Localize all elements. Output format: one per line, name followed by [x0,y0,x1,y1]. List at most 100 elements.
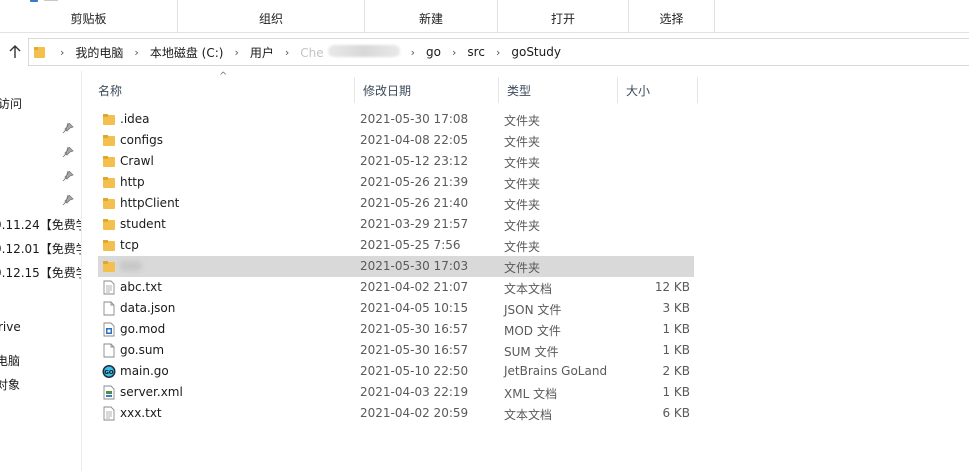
breadcrumb-src[interactable]: src [465,45,487,59]
chevron-right-icon[interactable]: › [285,46,289,59]
file-modified: 2021-04-05 10:15 [360,301,469,315]
file-type: XML 文档 [504,387,558,401]
pin-icon[interactable] [62,194,74,206]
file-name: go.sum [120,343,165,357]
table-row[interactable]: student 2021-03-29 21:57 文件夹 [98,214,694,235]
file-modified: 2021-04-03 22:19 [360,385,469,399]
column-header-size[interactable]: 大小 [618,77,698,103]
file-name: server.xml [120,385,183,399]
file-name: main.go [120,364,169,378]
file-type: JetBrains GoLand [504,364,608,378]
ribbon-group-label: 打开 [550,12,575,26]
file-size: 2 KB [662,364,690,378]
table-row[interactable]: tcp 2021-05-25 7:56 文件夹 [98,235,694,256]
file-name: data.json [120,301,176,315]
file-name: abc.txt [120,280,162,294]
redacted-blur [327,44,400,57]
nav-item-folder-2[interactable]: 9.12.01【免费学 [0,240,81,257]
file-modified: 2021-05-26 21:39 [360,175,469,189]
ribbon-group-select: 选择 [629,0,715,33]
ribbon-group-label: 剪贴板 [70,12,107,26]
file-modified: 2021-04-08 22:05 [360,133,469,147]
file-type: 文件夹 [504,114,541,128]
file-type: 文件夹 [504,135,541,149]
table-row[interactable]: GO main.go 2021-05-10 22:50 JetBrains GoLan… [98,361,694,382]
text-file-icon [102,406,116,421]
chevron-right-icon[interactable]: › [411,46,415,59]
folder-icon [102,175,116,190]
chevron-right-icon[interactable]: › [60,46,64,59]
address-bar[interactable]: › 我的电脑 › 本地磁盘 (C:) › 用户 › Che › go › src… [28,38,969,66]
column-header-label: 类型 [507,83,532,98]
nav-item-3d-objects[interactable]: 对象 [0,376,20,393]
ribbon-group-label: 新建 [418,12,443,26]
nav-item-this-pc[interactable]: 电脑 [0,352,20,369]
nav-item-onedrive[interactable]: rive [0,320,21,334]
file-type: 文件夹 [504,240,541,254]
column-header-label: 大小 [626,83,651,98]
mod-file-icon [102,322,116,337]
column-header-modified[interactable]: 修改日期 [355,77,499,103]
xml-file-icon [102,385,116,400]
table-row[interactable]: configs 2021-04-08 22:05 文件夹 [98,130,694,151]
table-row[interactable]: .idea 2021-05-30 17:08 文件夹 [98,109,694,130]
table-row[interactable]: go.mod 2021-05-30 16:57 MOD 文件 1 KB [98,319,694,340]
chevron-right-icon[interactable]: › [234,46,238,59]
ribbon-group-open: 打开 [498,0,629,33]
navigation-pane: 访问 9.11.24【免费学 9.12.01【免费学 9.12.15【免费学 r… [0,71,82,471]
nav-item-quick-access[interactable]: 访问 [0,95,22,112]
table-row[interactable]: data.json 2021-04-05 10:15 JSON 文件 3 KB [98,298,694,319]
breadcrumb-go[interactable]: go [424,45,443,59]
table-row[interactable]: server.xml 2021-04-03 22:19 XML 文档 1 KB [98,382,694,403]
redacted-blur [120,261,142,271]
column-header-name[interactable]: 名称 [90,77,355,103]
table-row[interactable]: Crawl 2021-05-12 23:12 文件夹 [98,151,694,172]
folder-icon [102,154,116,169]
file-size: 12 KB [654,280,690,294]
file-list: ^ 名称 修改日期 类型 大小 .idea 2021-05-30 17:08 文件夹… [82,71,969,471]
file-name: xxx.txt [120,406,162,420]
folder-icon [34,47,45,58]
file-modified: 2021-05-30 16:57 [360,343,469,357]
file-name: tcp [120,238,139,252]
file-name: Crawl [120,154,154,168]
folder-icon [102,259,116,274]
file-type: 文件夹 [504,177,541,191]
chevron-right-icon[interactable]: › [452,46,456,59]
table-row[interactable]: 2021-05-30 17:03 文件夹 [98,256,694,277]
table-row[interactable]: abc.txt 2021-04-02 21:07 文本文档 12 KB [98,277,694,298]
breadcrumb-users[interactable]: 用户 [248,44,276,61]
file-size: 1 KB [662,343,690,357]
column-header-type[interactable]: 类型 [499,77,618,103]
text-file-icon [102,280,116,295]
address-bar-row: › 我的电脑 › 本地磁盘 (C:) › 用户 › Che › go › src… [0,33,969,71]
nav-item-folder-3[interactable]: 9.12.15【免费学 [0,264,81,281]
breadcrumb-local-disk[interactable]: 本地磁盘 (C:) [148,44,226,61]
file-name: student [120,217,166,231]
table-row[interactable]: go.sum 2021-05-30 16:57 SUM 文件 1 KB [98,340,694,361]
file-type: 文件夹 [504,261,541,275]
blank-file-icon [102,343,116,358]
svg-text:GO: GO [104,370,114,376]
table-row[interactable]: xxx.txt 2021-04-02 20:59 文本文档 6 KB [98,403,694,424]
column-header-label: 修改日期 [363,83,412,98]
pin-icon[interactable] [62,170,74,182]
breadcrumb-user-redacted[interactable]: Che [298,44,401,60]
file-modified: 2021-05-25 7:56 [360,238,461,252]
folder-icon [102,196,116,211]
pin-icon[interactable] [62,122,74,134]
table-row[interactable]: httpClient 2021-05-26 21:40 文件夹 [98,193,694,214]
file-modified: 2021-05-30 17:08 [360,112,469,126]
file-type: 文本文档 [504,282,553,296]
table-row[interactable]: http 2021-05-26 21:39 文件夹 [98,172,694,193]
chevron-right-icon[interactable]: › [134,46,138,59]
pin-icon[interactable] [62,146,74,158]
file-name: configs [120,133,163,147]
file-type: MOD 文件 [504,324,561,338]
chevron-right-icon[interactable]: › [496,46,500,59]
breadcrumb-my-computer[interactable]: 我的电脑 [73,44,125,61]
breadcrumb-gostudy[interactable]: goStudy [509,45,563,59]
up-arrow-icon[interactable] [6,43,24,61]
nav-item-folder-1[interactable]: 9.11.24【免费学 [0,216,81,233]
file-type: 文件夹 [504,219,541,233]
